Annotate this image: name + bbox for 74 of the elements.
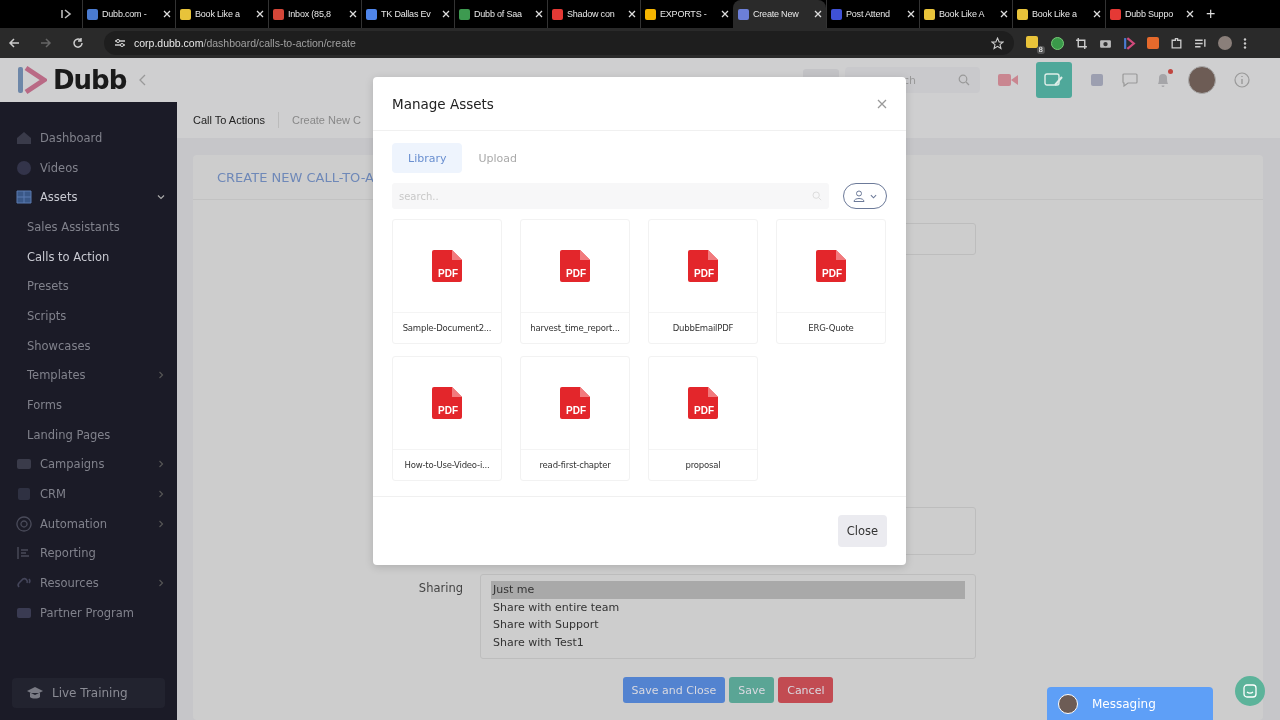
browser-tab[interactable]: Create New: [733, 0, 826, 28]
media-icon[interactable]: [1194, 36, 1207, 50]
sidebar-item[interactable]: Presets: [0, 271, 177, 302]
sharing-label: Sharing: [417, 580, 464, 597]
edit-icon: [1044, 72, 1064, 88]
forward-icon[interactable]: [40, 37, 52, 49]
asset-card[interactable]: PDF How-to-Use-Video-i...: [392, 356, 502, 481]
list-option[interactable]: Share with entire team: [491, 598, 965, 616]
sidebar-item[interactable]: Landing Pages: [0, 419, 177, 450]
pdf-file-icon: PDF: [431, 249, 463, 283]
site-settings-icon[interactable]: [114, 37, 126, 49]
sidebar-item[interactable]: Scripts: [0, 301, 177, 331]
crop-icon[interactable]: [1075, 36, 1088, 50]
chat-icon: [1243, 684, 1257, 698]
app-icon[interactable]: [60, 8, 72, 20]
card-icon: [16, 486, 32, 503]
target-icon: [16, 515, 32, 532]
graduation-cap-icon: [26, 686, 44, 700]
sidebar-item[interactable]: Sales Assistants: [0, 212, 177, 242]
house-icon: [16, 129, 32, 146]
logo-icon[interactable]: [1123, 36, 1136, 50]
pdf-file-icon: PDF: [431, 386, 463, 420]
grid-icon: [16, 189, 32, 206]
avatar[interactable]: [1218, 36, 1232, 50]
reload-icon[interactable]: [72, 37, 84, 49]
asset-card[interactable]: PDF Sample-Document2...: [392, 219, 502, 344]
list-option[interactable]: Share with Test1: [491, 633, 965, 651]
extension-icon[interactable]: [1051, 36, 1064, 50]
sidebar-item[interactable]: Reporting: [0, 538, 177, 569]
sidebar-item[interactable]: Showcases: [0, 330, 177, 361]
breadcrumb-link[interactable]: Call To Actions: [193, 114, 265, 126]
sidebar-item[interactable]: Assets: [0, 182, 177, 213]
pdf-file-icon: PDF: [559, 386, 591, 420]
asset-card[interactable]: PDF proposal: [648, 356, 758, 481]
more-icon[interactable]: [1243, 36, 1247, 50]
sidebar-item[interactable]: Resources: [0, 568, 177, 598]
back-icon[interactable]: [8, 37, 20, 49]
sidebar-item[interactable]: CRM: [0, 479, 177, 509]
sidebar-item[interactable]: Campaigns: [0, 449, 177, 480]
modal-title: Manage Assets: [392, 95, 494, 112]
caret-icon: [870, 192, 877, 200]
live-training-button[interactable]: Live Training: [12, 678, 165, 708]
sharing-listbox[interactable]: Just me Share with entire team Share with Support Share with Test1: [480, 574, 976, 659]
sidebar-item[interactable]: Dashboard: [0, 123, 177, 153]
extension-icon[interactable]: [1026, 36, 1038, 48]
pdf-file-icon: PDF: [815, 249, 847, 283]
asset-card[interactable]: PDF read-first-chapter: [520, 356, 630, 481]
sidebar-item[interactable]: Calls to Action: [0, 241, 177, 272]
address-bar[interactable]: corp.dubb.com/dashboard/calls-to-action/create: [104, 31, 1014, 55]
cancel-button[interactable]: Cancel: [778, 677, 834, 703]
pdf-file-icon: PDF: [687, 249, 719, 283]
url-text: corp.dubb.com/dashboard/calls-to-action/create: [134, 37, 357, 49]
avatar[interactable]: [1188, 66, 1216, 94]
logo-icon: [17, 65, 47, 95]
asset-card[interactable]: PDF harvest_time_report...: [520, 219, 630, 344]
list-option[interactable]: Just me: [491, 581, 965, 599]
user-icon: [853, 190, 865, 202]
pdf-file-icon: PDF: [559, 249, 591, 283]
sidebar-item[interactable]: Forms: [0, 390, 177, 420]
asset-card[interactable]: PDF DubbEmailPDF: [648, 219, 758, 344]
bars-icon: [16, 545, 32, 562]
sidebar-item[interactable]: Partner Program: [0, 598, 177, 628]
logo-text: Dubb: [53, 65, 127, 95]
new-tab-button[interactable]: +: [1206, 5, 1216, 23]
asset-card[interactable]: PDF ERG-Quote: [776, 219, 886, 344]
list-option[interactable]: Share with Support: [491, 616, 965, 634]
sidebar-item[interactable]: Automation: [0, 508, 177, 539]
sidebar-item[interactable]: Templates: [0, 360, 177, 391]
sidebar-item[interactable]: Videos: [0, 152, 177, 183]
pdf-file-icon: PDF: [687, 386, 719, 420]
search-icon: [812, 191, 822, 201]
avatar: [1058, 693, 1078, 714]
close-button[interactable]: Close: [837, 515, 887, 547]
star-icon[interactable]: [991, 36, 1004, 50]
